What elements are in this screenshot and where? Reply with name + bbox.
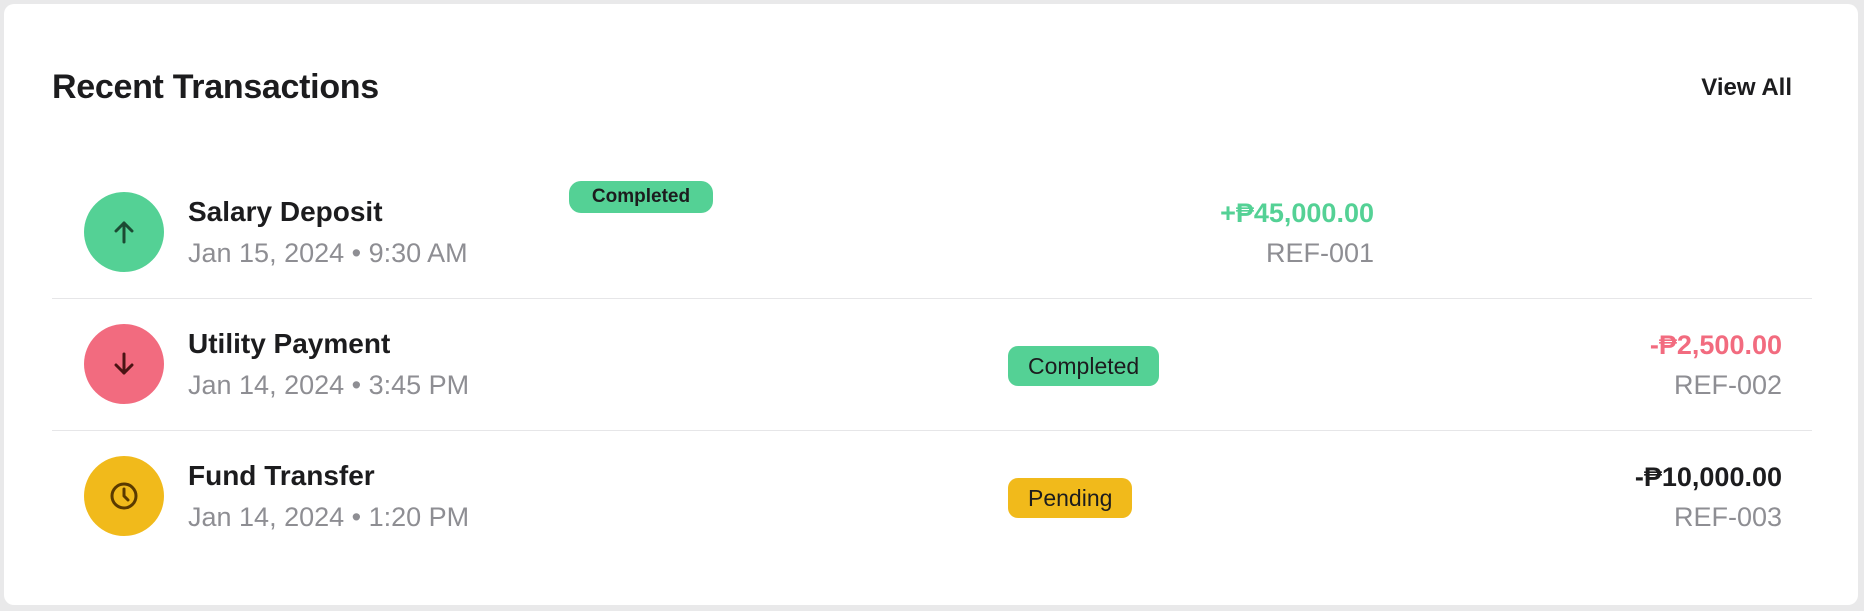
transaction-ref: REF-001 — [1265, 238, 1374, 268]
arrow-down-icon — [114, 352, 134, 375]
transaction-icon-container — [84, 192, 164, 272]
status-badge: Completed — [1008, 346, 1160, 386]
transaction-ref: REF-003 — [1673, 502, 1782, 532]
card-title: Recent Transactions — [52, 68, 379, 106]
transaction-icon-container — [84, 324, 164, 404]
transaction-ref: REF-002 — [1673, 370, 1782, 400]
transaction-row[interactable]: Utility Payment Jan 14, 2024 • 3:45 PM C… — [52, 298, 1812, 431]
transaction-name: Utility Payment — [188, 328, 391, 359]
recent-transactions-card: Recent Transactions View All Salary Depo… — [4, 4, 1858, 605]
transaction-icon-container — [84, 456, 164, 536]
transaction-amount: +₱45,000.00 — [1220, 198, 1374, 228]
transaction-name: Salary Deposit — [188, 196, 383, 227]
transaction-date: Jan 14, 2024 • 3:45 PM — [188, 370, 470, 400]
transaction-date: Jan 15, 2024 • 9:30 AM — [188, 238, 468, 268]
view-all-link[interactable]: View All — [1701, 74, 1792, 102]
transaction-name: Fund Transfer — [188, 460, 375, 491]
arrow-up-icon — [114, 221, 134, 244]
status-badge: Completed — [569, 181, 713, 213]
clock-icon — [110, 482, 138, 510]
transaction-amount: -₱2,500.00 — [1649, 330, 1782, 360]
transaction-date: Jan 14, 2024 • 1:20 PM — [188, 502, 470, 532]
transaction-amount: -₱10,000.00 — [1634, 462, 1782, 492]
transaction-row[interactable]: Salary Deposit Jan 15, 2024 • 9:30 AM Co… — [52, 166, 1812, 299]
transaction-row[interactable]: Fund Transfer Jan 14, 2024 • 1:20 PM Pen… — [52, 430, 1812, 562]
status-badge: Pending — [1008, 478, 1133, 518]
